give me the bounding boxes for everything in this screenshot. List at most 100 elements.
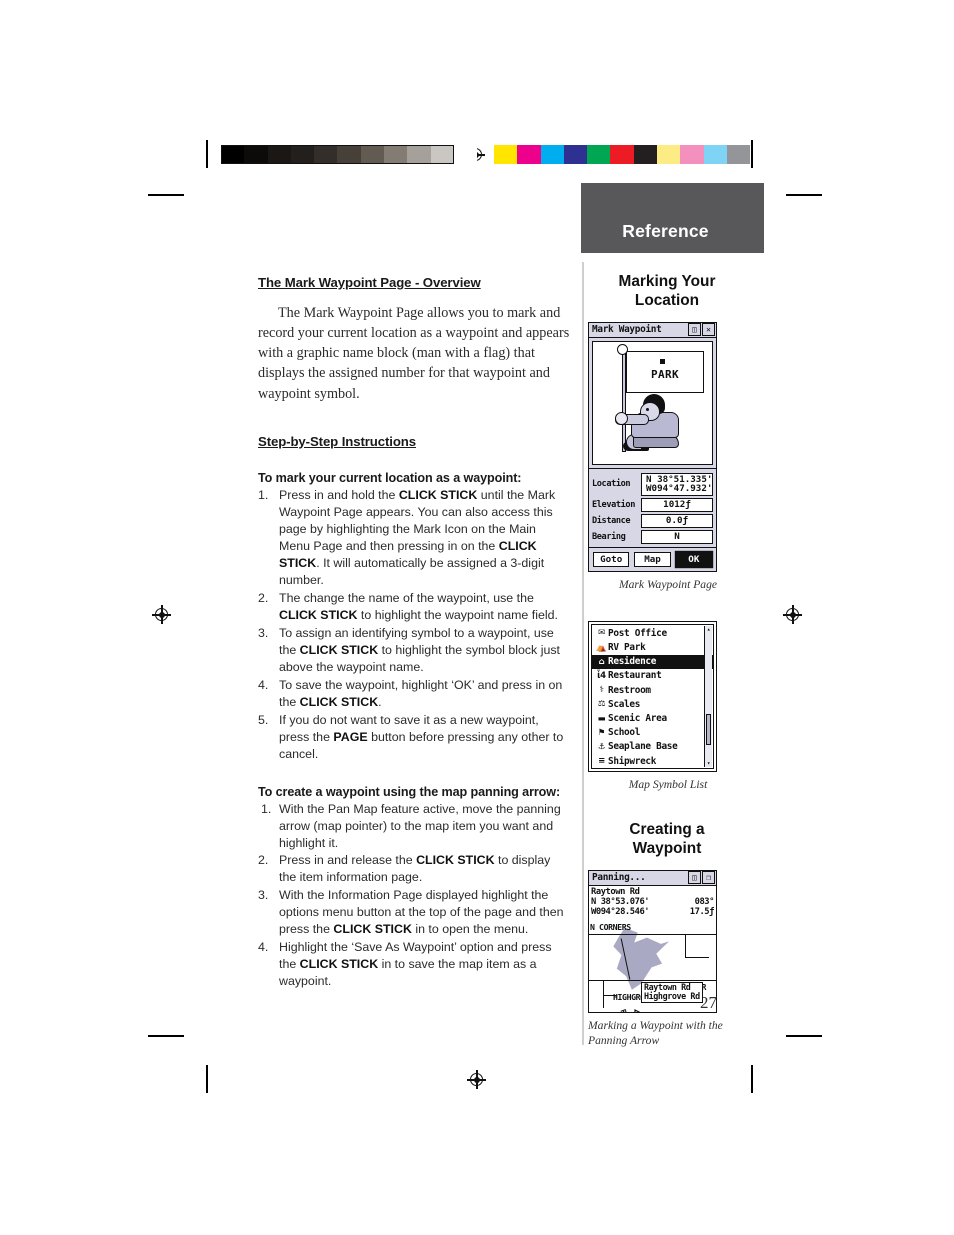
symbol-list-item[interactable]: ⚑ School [592,726,713,740]
panning-item-name-row: Raytown Rd [591,887,714,897]
panning-map-canvas[interactable]: N CORNERS HIGHGROVE RANDALL ER Raytown R… [589,922,716,1012]
color-swatch-7 [657,145,681,164]
field-value[interactable]: 1012ƒ [641,498,713,513]
emphasis-text: CLICK STICK [299,694,379,709]
color-swatch-0 [494,145,518,164]
scroll-up-icon[interactable]: ▴ [707,626,711,633]
map-symbol-list-rows: ✉ Post Office ⛺ RV Park ⌂ Residence ἷ4 Restaura… [592,626,713,768]
color-swatch-3 [563,145,588,164]
caption-panning-arrow: Marking a Waypoint with the Panning Arro… [588,1018,723,1047]
map-label-n-corners: N CORNERS [590,921,631,932]
symbol-list-item[interactable]: ⌂ Residence [592,654,713,669]
symbol-icon: ⚖ [597,699,606,710]
step-text: . [378,694,382,709]
procedure-step: 1. Press in and hold the CLICK STICK unti… [258,487,570,589]
step-text: With the Pan Map feature active, move th… [279,801,561,850]
panning-latitude: N 38°53.076' [591,896,650,907]
symbol-list-item[interactable]: ⚕ Restroom [592,683,713,697]
step-number: 3. [258,888,269,903]
panning-distance: 17.5ƒ [689,906,715,917]
symbol-label: School [608,727,641,739]
panning-bearing: 083° [694,896,715,907]
panning-arrow-icon[interactable] [633,1008,653,1012]
symbol-list-item[interactable]: ⚓ Seaplane Base [592,740,713,754]
field-value[interactable]: 0.0ƒ [641,514,713,528]
symbol-list-item[interactable]: ▬ Scenic Area [592,711,713,725]
mark-waypoint-title: Mark Waypoint [592,324,662,335]
close-icon[interactable]: ✕ [702,323,715,336]
sidebar-heading-marking-your-location: Marking Your Location [588,272,746,311]
caption-map-symbol-list: Map Symbol List [628,778,708,792]
procedure-step: 4. Highlight the ‘Save As Waypoint’ optio… [258,939,570,990]
mark-waypoint-field[interactable]: Elevation 1012ƒ [592,498,713,513]
waypoint-symbol-icon [660,358,665,364]
scrollbar[interactable]: ▴ ▾ [704,626,712,768]
mark-waypoint-field[interactable]: Distance 0.0ƒ [592,514,713,528]
menu-icon[interactable]: ◫ [688,871,701,885]
emphasis-text: CLICK STICK [299,957,379,972]
step-text: to highlight the waypoint name field. [357,607,558,622]
waypoint-name-label: PARK [650,367,680,381]
flagpole-shape [622,349,626,452]
field-value[interactable]: N 38°51.335' W094°47.932' [641,472,713,497]
scrollbar-thumb[interactable] [706,713,711,745]
symbol-list-item[interactable]: ⚖ Scales [592,697,713,711]
color-swatch-1 [517,145,541,164]
mark-waypoint-field[interactable]: Bearing N [592,529,713,544]
crop-mark-top-right [786,194,822,196]
gray-swatch-5 [337,145,361,164]
step-text: in to open the menu. [411,922,529,937]
step-text: Press in and release the [279,853,417,868]
crop-mark-bottom-left-vertical [206,1065,208,1093]
section-header-label: Reference [622,221,709,241]
sidebar-heading2-line1: Creating a [629,821,705,839]
color-swatch-9 [703,145,727,164]
goto-button[interactable]: Goto [593,552,630,568]
flagpole-knob-shape [617,343,628,355]
symbol-label: Scales [608,698,641,710]
waypoint-name-block-graphic[interactable]: PARK [592,340,713,465]
crop-mark-top-left [148,194,184,196]
road-line-4 [685,956,709,958]
procedure-step: 4. To save the waypoint, highlight ‘OK’ a… [258,677,570,711]
symbol-list-item[interactable]: ἷ4 Restaurant [592,669,713,683]
symbol-label: RV Park [608,642,646,654]
emphasis-text: PAGE [333,729,368,744]
step-number: 4. [258,940,269,955]
color-swatch-8 [680,145,704,164]
mark-waypoint-field[interactable]: Location N 38°51.335' W094°47.932' [592,472,713,497]
emphasis-text: CLICK STICK [416,853,495,868]
overview-paragraph: The Mark Waypoint Page allows you to mar… [258,305,570,402]
gray-swatch-4 [314,145,338,164]
symbol-list-item[interactable]: ✉ Post Office [592,626,713,640]
panel-divider-2 [589,546,716,549]
sidebar-heading-line1: Marking Your [618,273,716,290]
sidebar-heading2-line2: Waypoint [632,840,702,858]
crop-mark-right-vertical [751,140,753,168]
registration-target-right [783,605,802,624]
map-item-callout[interactable]: Raytown Rd Highgrove Rd [641,981,703,1004]
field-label: Elevation [592,500,635,511]
color-swatch-5 [610,145,634,164]
crop-mark-left-vertical [206,140,208,168]
road-line-6 [603,994,617,996]
menu-icon[interactable]: ◫ [688,323,701,336]
instructions-heading: Step-by-Step Instructions [258,433,416,449]
scroll-down-icon[interactable]: ▾ [707,760,711,767]
panning-lat-row: N 38°53.076' 083° [591,897,714,907]
road-line-3 [685,933,687,958]
procedure-list: To mark your current location as a waypo… [258,471,570,991]
ok-button[interactable]: OK [675,552,712,568]
symbol-label: Residence [608,656,657,668]
mark-waypoint-titlebar: Mark Waypoint ◫ ✕ [589,322,716,338]
symbol-list-item[interactable]: ⛺ RV Park [592,640,713,654]
copy-icon[interactable]: ❐ [702,871,715,885]
symbol-list-item[interactable]: ≡ Shipwreck [592,754,713,768]
color-swatch-6 [633,145,658,164]
road-line-1 [589,933,716,935]
map-symbol-list-frame: ✉ Post Office ⛺ RV Park ⌂ Residence ἷ4 Restaura… [591,624,714,770]
map-button[interactable]: Map [634,552,671,568]
field-value[interactable]: N [641,529,713,544]
gray-swatch-0 [221,145,245,164]
gray-swatch-1 [244,145,268,164]
